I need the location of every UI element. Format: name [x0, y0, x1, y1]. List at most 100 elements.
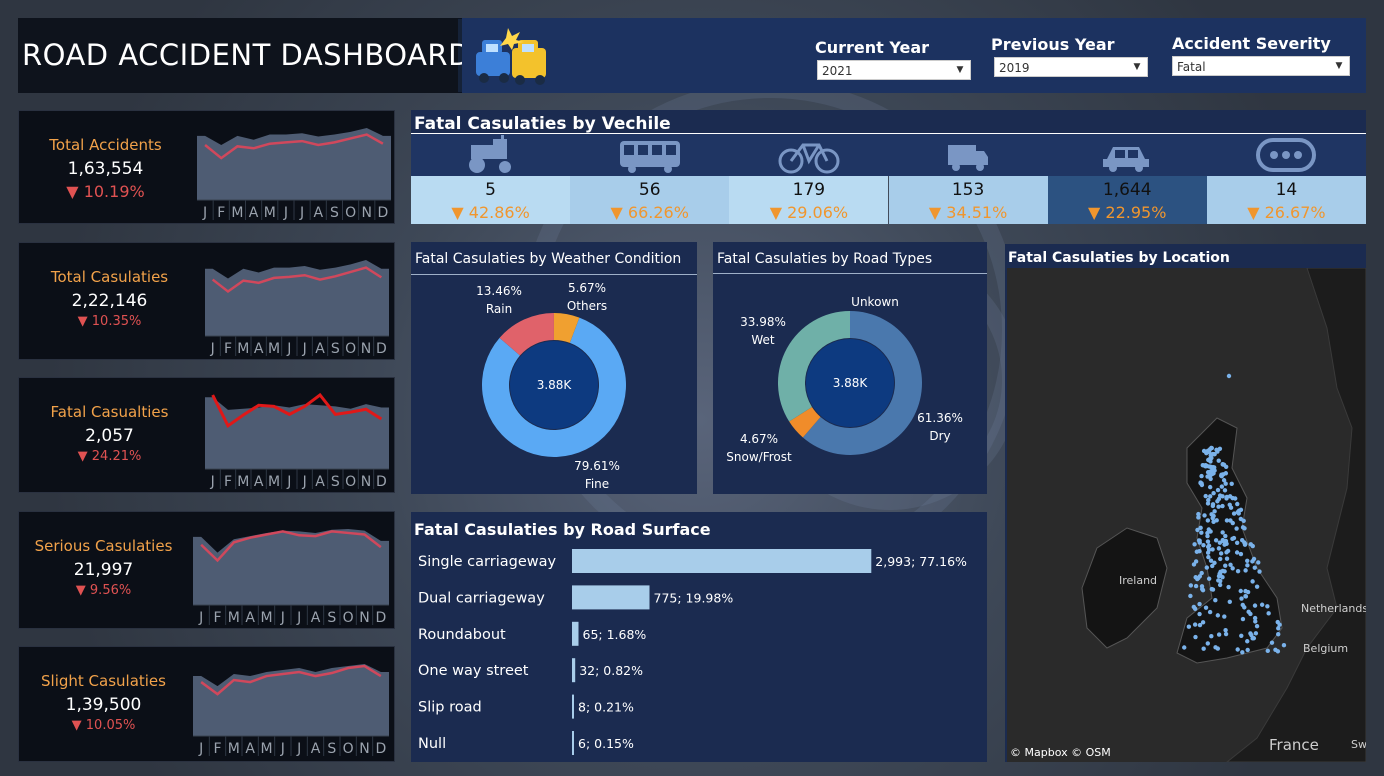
kpi-delta: ▼ 10.19%: [66, 182, 145, 201]
month-tick-label: A: [315, 341, 325, 357]
kpi-value: 2,057: [85, 426, 134, 446]
month-tick-label: D: [378, 205, 389, 221]
sparkline-area-previous: [193, 529, 389, 605]
map-point: [1210, 503, 1216, 509]
map-point: [1252, 565, 1257, 570]
map-point: [1206, 554, 1211, 560]
current-year-value: 2021: [822, 64, 853, 78]
location-map[interactable]: Ireland Netherlands Belgium France Sw © …: [1007, 268, 1366, 762]
month-tick-label: F: [213, 741, 221, 757]
current-year-select[interactable]: 2021 ▼: [817, 60, 971, 80]
map-point: [1199, 584, 1205, 589]
map-point: [1206, 576, 1212, 581]
map-point: [1235, 501, 1240, 507]
map-point: [1200, 620, 1206, 625]
map-point: [1238, 588, 1243, 594]
map-point: [1216, 458, 1221, 463]
month-tick-label: A: [254, 474, 264, 490]
map-point: [1240, 650, 1245, 655]
accident-severity-select[interactable]: Fatal ▼: [1172, 56, 1350, 76]
map-point: [1222, 614, 1227, 619]
map-point: [1265, 648, 1270, 654]
map-point: [1226, 584, 1231, 590]
map-label-netherlands: Netherlands: [1301, 602, 1366, 615]
month-tick-label: N: [361, 474, 371, 490]
page-title: ROAD ACCIDENT DASHBOARD: [22, 38, 471, 72]
map-label-sw: Sw: [1351, 738, 1366, 751]
month-tick-label: D: [376, 341, 387, 357]
bar[interactable]: [572, 731, 574, 755]
donut-slice-label: 33.98%: [740, 315, 786, 329]
map-point: [1209, 634, 1214, 639]
vehicle-delta: ▼ 29.06%: [769, 203, 849, 222]
donut-slice-label: Snow/Frost: [726, 450, 792, 464]
accident-severity-value: Fatal: [1177, 60, 1206, 74]
month-tick-label: M: [264, 205, 276, 221]
map-point: [1208, 558, 1214, 563]
map-point: [1201, 542, 1206, 548]
month-tick-label: D: [376, 474, 387, 490]
map-point: [1230, 566, 1235, 571]
map-point: [1217, 493, 1223, 498]
map-point: [1248, 631, 1253, 636]
month-tick-label: M: [268, 474, 280, 490]
bus-icon: [619, 141, 680, 173]
map-label-ireland: Ireland: [1119, 574, 1157, 587]
map-point: [1236, 511, 1241, 516]
map-point: [1281, 643, 1287, 648]
map-point: [1201, 448, 1207, 454]
vehicle-icon-strip: [411, 134, 1366, 176]
map-point: [1200, 587, 1206, 593]
kpi-value: 2,22,146: [71, 291, 148, 311]
map-point: [1266, 611, 1271, 616]
bar-value-label: 2,993; 77.16%: [875, 554, 967, 569]
kpi-label: Total Accidents: [49, 136, 162, 154]
previous-year-select[interactable]: 2019 ▼: [994, 57, 1148, 77]
bar[interactable]: [572, 694, 574, 719]
map-point: [1207, 484, 1213, 490]
map-point: [1203, 462, 1208, 468]
map-point: [1217, 582, 1223, 588]
map-credit: © Mapbox © OSM: [1010, 746, 1111, 759]
map-point: [1223, 533, 1228, 539]
month-tick-label: A: [313, 205, 323, 221]
map-point: [1234, 540, 1240, 545]
map-point: [1254, 584, 1260, 589]
map-point: [1206, 527, 1211, 532]
filter-label-previous-year: Previous Year: [991, 35, 1115, 54]
map-point: [1223, 538, 1229, 544]
bar[interactable]: [572, 621, 579, 646]
bar[interactable]: [572, 549, 872, 573]
donut-slice-label: 5.67%: [568, 281, 606, 295]
map-point: [1276, 632, 1281, 637]
month-tick-label: M: [268, 341, 280, 357]
map-point: [1218, 556, 1223, 562]
bar[interactable]: [572, 658, 576, 683]
bar[interactable]: [572, 585, 650, 610]
road-types-panel-title: Fatal Casulaties by Road Types: [717, 251, 933, 267]
map-point: [1231, 511, 1237, 516]
map-point: [1259, 602, 1265, 607]
month-tick-label: O: [343, 610, 354, 626]
donut-slice-label: Fine: [585, 477, 609, 491]
map-point: [1216, 504, 1221, 509]
map-point: [1245, 558, 1250, 563]
map-point: [1240, 602, 1245, 608]
map-point: [1211, 490, 1216, 496]
map-point: [1245, 639, 1250, 644]
map-point: [1220, 574, 1225, 580]
map-point: [1192, 622, 1198, 627]
map-point: [1269, 640, 1275, 645]
map-point: [1216, 546, 1222, 551]
map-point: [1246, 609, 1251, 615]
month-tick-label: M: [228, 741, 240, 757]
map-point: [1213, 645, 1218, 650]
map-point: [1239, 633, 1244, 638]
month-tick-label: J: [302, 341, 307, 357]
other-icon: [1256, 138, 1317, 172]
map-point: [1202, 513, 1207, 518]
month-tick-label: O: [343, 741, 354, 757]
location-panel-title: Fatal Casulaties by Location: [1008, 250, 1230, 266]
map-point: [1227, 502, 1232, 507]
map-point: [1219, 473, 1224, 478]
